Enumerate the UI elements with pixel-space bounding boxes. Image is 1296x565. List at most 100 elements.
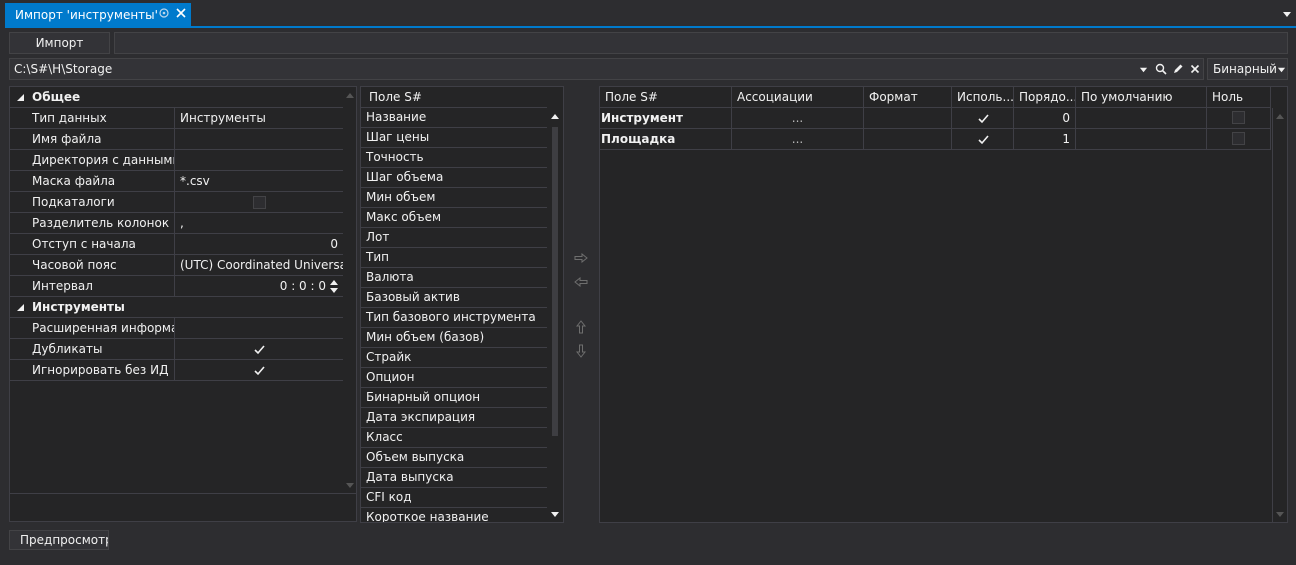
category-instruments[interactable]: Инструменты xyxy=(10,297,344,318)
subdirectories-checkbox[interactable] xyxy=(253,196,266,209)
zero-checkbox[interactable] xyxy=(1232,111,1245,124)
sfield-list-item[interactable]: Объем выпуска xyxy=(361,448,547,468)
associations-cell[interactable]: ... xyxy=(732,129,864,150)
mapping-field-cell[interactable]: Площадка xyxy=(600,129,732,150)
used-cell[interactable] xyxy=(952,129,1014,150)
column-header-default[interactable]: По умолчанию xyxy=(1076,87,1207,108)
sfield-list-item[interactable]: Короткое название xyxy=(361,508,547,522)
associations-cell[interactable]: ... xyxy=(732,108,864,129)
pin-icon[interactable] xyxy=(158,7,171,22)
mapping-scrollbar[interactable] xyxy=(1272,108,1286,522)
sfield-list-item[interactable]: Мин объем (базов) xyxy=(361,328,547,348)
zero-cell[interactable] xyxy=(1207,108,1271,129)
property-row-time-zone[interactable]: Часовой пояс (UTC) Coordinated Universa.… xyxy=(10,255,344,276)
sfield-list-item[interactable]: Страйк xyxy=(361,348,547,368)
property-value[interactable] xyxy=(176,192,344,212)
property-row-data-type[interactable]: Тип данных Инструменты xyxy=(10,108,344,129)
checkmark-icon[interactable] xyxy=(977,112,990,125)
order-cell[interactable]: 0 xyxy=(1014,108,1076,129)
format-cell[interactable] xyxy=(864,129,952,150)
sfield-list-item[interactable]: Тип xyxy=(361,248,547,268)
property-value[interactable] xyxy=(176,150,344,170)
column-header-order[interactable]: Порядо... xyxy=(1014,87,1076,108)
storage-path-text[interactable]: C:\S#\H\Storage xyxy=(10,62,1135,76)
sfield-list-item[interactable]: Лот xyxy=(361,228,547,248)
fields-scrollbar[interactable] xyxy=(548,107,562,522)
sfield-list-item[interactable]: Класс xyxy=(361,428,547,448)
property-value[interactable] xyxy=(176,318,344,338)
chevron-down-icon[interactable] xyxy=(1277,65,1287,74)
column-header-associations[interactable]: Ассоциации xyxy=(732,87,864,108)
scroll-down-icon[interactable] xyxy=(1276,512,1284,517)
property-row-column-separator[interactable]: Разделитель колонок , xyxy=(10,213,344,234)
chevron-down-icon[interactable] xyxy=(1135,59,1152,79)
checkmark-icon[interactable] xyxy=(253,364,266,377)
pencil-icon[interactable] xyxy=(1169,59,1186,79)
property-value[interactable] xyxy=(176,339,344,359)
sfield-list-item[interactable]: Макс объем xyxy=(361,208,547,228)
collapse-icon[interactable] xyxy=(17,94,24,101)
sfield-list-item[interactable]: Дата выпуска xyxy=(361,468,547,488)
arrow-up-icon[interactable] xyxy=(572,318,590,336)
arrow-down-icon[interactable] xyxy=(572,342,590,360)
zero-checkbox[interactable] xyxy=(1232,132,1245,145)
property-value[interactable] xyxy=(176,129,344,149)
property-row-interval[interactable]: Интервал 0 : 0 : 0 xyxy=(10,276,344,297)
sfield-list-item[interactable]: Опцион xyxy=(361,368,547,388)
interval-timespan-input[interactable]: 0 : 0 : 0 xyxy=(176,276,344,296)
sfield-list-item[interactable]: Бинарный опцион xyxy=(361,388,547,408)
arrow-right-icon[interactable] xyxy=(572,249,590,267)
property-row-skip-lines[interactable]: Отступ с начала 0 xyxy=(10,234,344,255)
column-header-field[interactable]: Поле S# xyxy=(600,87,732,108)
scroll-down-icon[interactable] xyxy=(551,512,559,517)
sfield-list-item[interactable]: Валюта xyxy=(361,268,547,288)
property-row-duplicates[interactable]: Дубликаты xyxy=(10,339,344,360)
close-icon[interactable] xyxy=(175,7,188,22)
property-row-file-mask[interactable]: Маска файла *.csv xyxy=(10,171,344,192)
search-icon[interactable] xyxy=(1152,59,1169,79)
collapse-icon[interactable] xyxy=(17,304,24,311)
column-header-zero[interactable]: Ноль xyxy=(1207,87,1271,108)
property-row-file-name[interactable]: Имя файла xyxy=(10,129,344,150)
property-value[interactable] xyxy=(176,360,344,380)
order-cell[interactable]: 1 xyxy=(1014,129,1076,150)
property-grid-scrollbar[interactable] xyxy=(343,87,356,493)
property-value[interactable]: (UTC) Coordinated Universa... xyxy=(176,255,344,275)
storage-path-field[interactable]: C:\S#\H\Storage xyxy=(9,58,1204,80)
import-button[interactable]: Импорт xyxy=(9,32,110,54)
property-value[interactable]: 0 xyxy=(176,234,344,254)
zero-cell[interactable] xyxy=(1207,129,1271,150)
preview-button[interactable]: Предпросмотр xyxy=(9,530,109,550)
chevron-down-icon[interactable] xyxy=(1282,8,1292,18)
scroll-thumb[interactable] xyxy=(552,127,558,436)
sfield-list-item[interactable]: Тип базового инструмента xyxy=(361,308,547,328)
property-value[interactable]: *.csv xyxy=(176,171,344,191)
scroll-up-icon[interactable] xyxy=(346,93,354,98)
scroll-up-icon[interactable] xyxy=(551,114,559,119)
arrow-left-icon[interactable] xyxy=(572,273,590,291)
sfield-list-item[interactable]: Шаг цены xyxy=(361,128,547,148)
sfield-list-item[interactable]: Мин объем xyxy=(361,188,547,208)
document-tab[interactable]: Импорт 'инструменты' xyxy=(5,3,191,26)
scroll-up-icon[interactable] xyxy=(1276,114,1284,119)
checkmark-icon[interactable] xyxy=(977,133,990,146)
column-header-format[interactable]: Формат xyxy=(864,87,952,108)
property-value[interactable]: Инструменты xyxy=(176,108,344,128)
property-value[interactable]: , xyxy=(176,213,344,233)
property-row-ignore-without-id[interactable]: Игнорировать без ИД xyxy=(10,360,344,381)
default-cell[interactable] xyxy=(1076,129,1207,150)
scroll-down-icon[interactable] xyxy=(346,483,354,488)
close-icon[interactable] xyxy=(1186,59,1203,79)
sfield-list-item[interactable]: Базовый актив xyxy=(361,288,547,308)
category-general[interactable]: Общее xyxy=(10,87,344,108)
format-select[interactable]: Бинарный xyxy=(1207,58,1288,80)
checkmark-icon[interactable] xyxy=(253,343,266,356)
default-cell[interactable] xyxy=(1076,108,1207,129)
format-cell[interactable] xyxy=(864,108,952,129)
property-row-extended-info[interactable]: Расширенная информа... xyxy=(10,318,344,339)
property-row-data-directory[interactable]: Директория с данными xyxy=(10,150,344,171)
spinner-icon[interactable] xyxy=(330,279,338,294)
fields-header[interactable]: Поле S# xyxy=(361,87,547,108)
sfield-list-item[interactable]: Название xyxy=(361,108,547,128)
property-row-subdirectories[interactable]: Подкаталоги xyxy=(10,192,344,213)
